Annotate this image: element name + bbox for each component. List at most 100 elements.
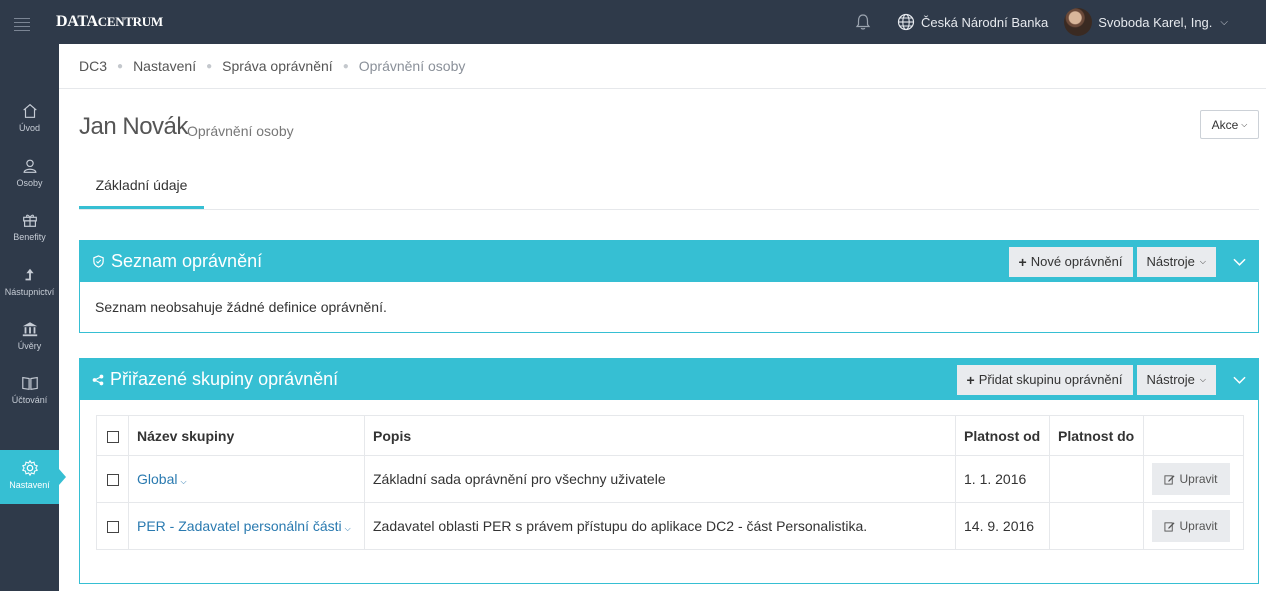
breadcrumb-current: Oprávnění osoby — [358, 58, 466, 74]
valid-to-cell — [1049, 502, 1144, 550]
breadcrumb: DC3 ● Nastavení ● Správa oprávnění ● Opr… — [59, 44, 1266, 89]
add-group-label: Přidat skupinu oprávnění — [978, 372, 1123, 387]
organization-selector[interactable]: Česká Národní Banka — [897, 13, 1048, 31]
page-subtitle: Oprávnění osoby — [187, 123, 294, 139]
select-all-cell — [96, 415, 129, 456]
people-icon — [22, 159, 37, 173]
breadcrumb-separator: ● — [117, 60, 124, 72]
group-link[interactable]: Global ⌵ — [137, 471, 187, 487]
breadcrumb-item-nastaveni[interactable]: Nastavení — [133, 58, 196, 74]
sidebar: Úvod Osoby Benefity Nástupnictví Úvěry Ú… — [0, 44, 66, 591]
chevron-down-icon: ⌵ — [1241, 119, 1248, 129]
page-title: Jan Novák — [79, 113, 188, 140]
actions-label: Akce — [1211, 117, 1239, 132]
add-group-button[interactable]: + Přidat skupinu oprávnění — [956, 364, 1133, 395]
groups-table: Název skupiny Popis Platnost od Platnost… — [96, 415, 1244, 550]
group-name: Global — [137, 471, 178, 487]
plus-icon: + — [966, 371, 975, 388]
top-bar: DATACENTRUM Česká Národní Banka Svoboda … — [0, 0, 1266, 44]
sidebar-item-benefity[interactable]: Benefity — [0, 211, 59, 242]
group-name-cell: PER - Zadavatel personální části ⌵ — [128, 502, 365, 550]
sidebar-item-uvod[interactable]: Úvod — [0, 102, 59, 133]
permission-groups-panel: Přiřazené skupiny oprávnění + Přidat skup… — [79, 358, 1259, 584]
tab-zakladni-udaje[interactable]: Základní údaje — [79, 163, 204, 209]
empty-message: Seznam neobsahuje žádné definice oprávně… — [95, 299, 387, 315]
column-header-actions — [1143, 415, 1244, 456]
arrow-up-icon — [25, 268, 34, 281]
actions-button[interactable]: Akce ⌵ — [1200, 110, 1259, 139]
gift-icon — [22, 214, 37, 227]
column-header[interactable]: Platnost od — [955, 415, 1050, 456]
edit-button[interactable]: Upravit — [1152, 510, 1230, 542]
logo-main: DATA — [56, 13, 98, 30]
sidebar-item-uctovani[interactable]: Účtování — [0, 374, 59, 405]
breadcrumb-separator: ● — [342, 60, 349, 72]
table-row: PER - Zadavatel personální části ⌵ Zadava… — [96, 502, 1244, 550]
share-icon — [92, 374, 104, 386]
tools-button[interactable]: Nástroje ⌵ — [1136, 246, 1216, 277]
bell-icon[interactable] — [853, 12, 873, 32]
breadcrumb-separator: ● — [206, 60, 213, 72]
chevron-down-icon: ⌵ — [1199, 374, 1206, 384]
gear-icon — [21, 459, 38, 477]
sidebar-item-label: Účtování — [11, 395, 48, 405]
column-header[interactable]: Název skupiny — [128, 415, 365, 456]
chevron-down-icon: ⌵ — [180, 477, 187, 486]
description-cell: Základní sada oprávnění pro všechny uživ… — [364, 455, 956, 503]
chevron-down-icon: ⌵ — [344, 524, 351, 533]
avatar — [1064, 8, 1093, 36]
shield-icon — [92, 255, 105, 268]
chevron-down-icon: ⌵ — [1199, 256, 1206, 266]
edit-label: Upravit — [1179, 519, 1218, 533]
collapse-icon[interactable] — [1220, 241, 1258, 282]
logo-rest: CENTRUM — [97, 14, 163, 29]
sidebar-item-label: Úvěry — [17, 341, 42, 351]
edit-button[interactable]: Upravit — [1152, 463, 1230, 495]
group-link[interactable]: PER - Zadavatel personální části ⌵ — [137, 518, 351, 534]
column-header[interactable]: Platnost do — [1049, 415, 1144, 456]
actions-cell: Upravit — [1143, 502, 1244, 550]
sidebar-item-label: Nastavení — [9, 480, 50, 490]
valid-from-cell: 14. 9. 2016 — [955, 502, 1050, 550]
tools-button[interactable]: Nástroje ⌵ — [1136, 364, 1216, 395]
panel-header: Seznam oprávnění + Nové oprávnění Nástroj… — [80, 241, 1258, 282]
book-icon — [21, 376, 38, 390]
description-cell: Zadavatel oblasti PER s právem přístupu … — [364, 502, 956, 550]
sidebar-item-nastupnictvi[interactable]: Nástupnictví — [0, 266, 59, 297]
organization-name: Česká Národní Banka — [921, 14, 1049, 30]
sidebar-item-label: Osoby — [16, 178, 43, 188]
column-header[interactable]: Popis — [364, 415, 956, 456]
bank-icon — [22, 322, 37, 337]
panel-title: Seznam oprávnění — [111, 251, 263, 271]
row-checkbox[interactable] — [106, 521, 119, 534]
sidebar-item-uvery[interactable]: Úvěry — [0, 320, 59, 351]
sidebar-item-nastaveni[interactable]: Nastavení — [0, 450, 66, 504]
permissions-panel: Seznam oprávnění + Nové oprávnění Nástroj… — [79, 240, 1259, 333]
tools-label: Nástroje — [1146, 254, 1195, 269]
edit-label: Upravit — [1179, 472, 1218, 486]
breadcrumb-item-dc3[interactable]: DC3 — [79, 58, 107, 74]
sidebar-item-osoby[interactable]: Osoby — [0, 157, 59, 188]
globe-icon — [897, 13, 915, 31]
row-checkbox[interactable] — [106, 474, 119, 487]
user-menu[interactable]: Svoboda Karel, Ing. ⌵ — [1064, 8, 1228, 36]
valid-from-cell: 1. 1. 2016 — [955, 455, 1050, 503]
tab-bar: Základní údaje — [79, 163, 1259, 210]
sidebar-item-label: Nástupnictví — [4, 287, 55, 297]
row-select-cell — [96, 455, 129, 503]
new-permission-button[interactable]: + Nové oprávnění — [1008, 246, 1133, 277]
edit-icon — [1164, 521, 1176, 532]
actions-cell: Upravit — [1143, 455, 1244, 503]
breadcrumb-item-sprava-opravneni[interactable]: Správa oprávnění — [222, 58, 333, 74]
collapse-icon[interactable] — [1220, 359, 1258, 400]
sidebar-item-label: Benefity — [13, 232, 46, 242]
group-name: PER - Zadavatel personální části — [137, 518, 342, 534]
select-all-checkbox[interactable] — [106, 430, 119, 443]
table-row: Global ⌵ Základní sada oprávnění pro všec… — [96, 455, 1244, 503]
menu-icon[interactable] — [0, 0, 44, 44]
row-select-cell — [96, 502, 129, 550]
panel-header: Přiřazené skupiny oprávnění + Přidat skup… — [80, 359, 1258, 400]
chevron-down-icon: ⌵ — [1220, 16, 1228, 28]
app-logo[interactable]: DATACENTRUM — [56, 13, 163, 31]
user-name: Svoboda Karel, Ing. — [1098, 14, 1213, 30]
